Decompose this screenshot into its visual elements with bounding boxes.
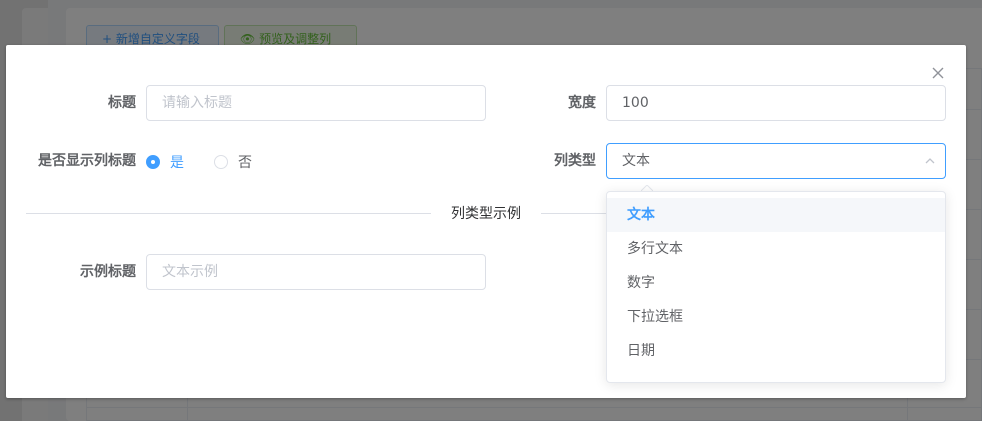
radio-yes-label: 是: [170, 155, 184, 171]
dropdown-option-date[interactable]: 日期: [607, 334, 945, 368]
chevron-up-icon: [924, 155, 936, 167]
dropdown-option-number[interactable]: 数字: [607, 266, 945, 300]
dropdown-option-text[interactable]: 文本: [607, 198, 945, 232]
show-title-radio-yes[interactable]: 是: [146, 153, 184, 171]
radio-checked-icon: [146, 155, 160, 169]
column-type-label: 列类型: [554, 153, 596, 169]
width-label: 宽度: [568, 95, 596, 111]
title-input[interactable]: [146, 85, 486, 121]
title-label: 标题: [108, 95, 136, 111]
section-divider-title: 列类型示例: [431, 205, 541, 223]
column-type-select-value[interactable]: 文本: [606, 143, 946, 179]
radio-no-label: 否: [238, 155, 252, 171]
column-type-dropdown: 文本 多行文本 数字 下拉选框 日期: [606, 191, 946, 383]
radio-unchecked-icon: [214, 155, 228, 169]
close-icon[interactable]: [930, 65, 946, 81]
column-type-select[interactable]: 文本: [606, 143, 946, 179]
show-column-title-label: 是否显示列标题: [38, 153, 136, 169]
example-title-label: 示例标题: [80, 264, 136, 280]
width-input[interactable]: [606, 85, 946, 121]
show-title-radio-no[interactable]: 否: [214, 153, 252, 171]
dropdown-option-select[interactable]: 下拉选框: [607, 300, 945, 334]
example-title-input[interactable]: [146, 254, 486, 290]
dropdown-option-multiline-text[interactable]: 多行文本: [607, 232, 945, 266]
